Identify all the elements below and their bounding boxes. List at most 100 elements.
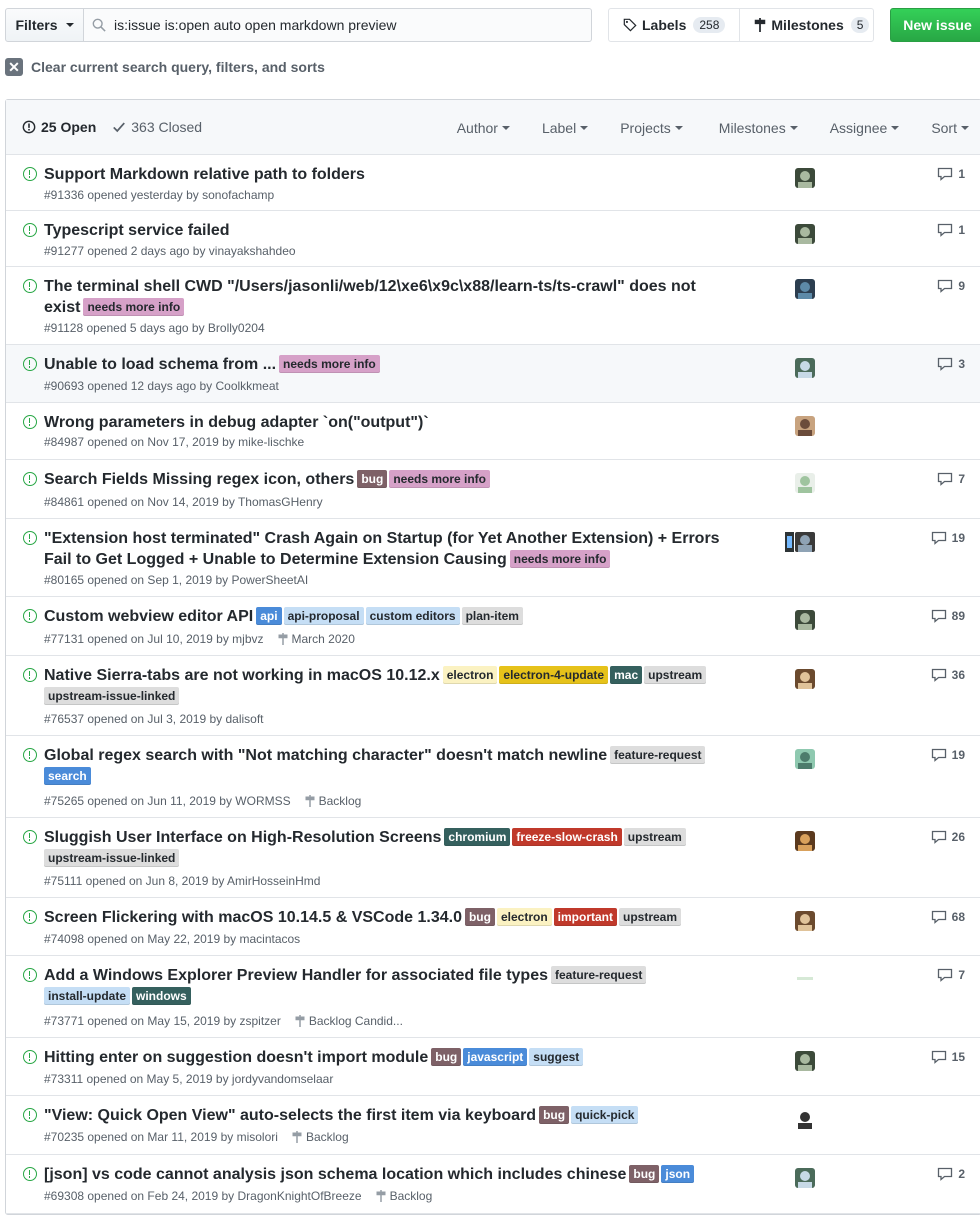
filters-dropdown-button[interactable]: Filters	[5, 8, 84, 42]
avatar[interactable]	[795, 1051, 815, 1071]
comments-link[interactable]: 89	[931, 609, 965, 623]
issue-row[interactable]: Custom webview editor API api api-proposal…	[6, 597, 980, 656]
assignee-avatars[interactable]	[785, 532, 815, 552]
issue-label[interactable]: upstream-issue-linked	[44, 849, 180, 867]
comments-link[interactable]: 2	[937, 1167, 965, 1181]
issue-row[interactable]: Add a Windows Explorer Preview Handler f…	[6, 956, 980, 1038]
issue-label[interactable]: windows	[132, 987, 191, 1005]
comments-link[interactable]: 19	[931, 531, 965, 545]
open-issues-tab[interactable]: 25 Open	[22, 119, 96, 135]
issue-title-link[interactable]: Unable to load schema from ...	[44, 356, 276, 373]
comments-link[interactable]: 15	[931, 1050, 965, 1064]
issue-title-link[interactable]: Screen Flickering with macOS 10.14.5 & V…	[44, 909, 462, 926]
issue-title-link[interactable]: Support Markdown relative path to folder…	[44, 166, 365, 183]
issue-label[interactable]: bug	[464, 908, 495, 926]
avatar[interactable]	[795, 279, 815, 299]
issue-label[interactable]: quick-pick	[571, 1106, 639, 1124]
new-issue-button[interactable]: New issue	[890, 8, 980, 42]
issue-milestone-link[interactable]: Backlog	[376, 1189, 432, 1203]
issue-label[interactable]: electron	[442, 666, 498, 684]
avatar[interactable]	[795, 416, 815, 436]
filter-menu-author[interactable]: Author	[457, 120, 510, 136]
issue-title-link[interactable]: Sluggish User Interface on High-Resoluti…	[44, 829, 441, 846]
filter-menu-sort[interactable]: Sort	[931, 120, 969, 136]
issue-row[interactable]: Wrong parameters in debug adapter `on("o…	[6, 403, 980, 460]
avatar[interactable]	[795, 358, 815, 378]
issue-title-link[interactable]: Add a Windows Explorer Preview Handler f…	[44, 967, 548, 984]
issue-title-link[interactable]: Custom webview editor API	[44, 608, 253, 625]
avatar[interactable]	[795, 610, 815, 630]
comments-link[interactable]: 7	[937, 472, 965, 486]
avatar[interactable]	[795, 831, 815, 851]
issue-milestone-link[interactable]: Backlog	[305, 794, 361, 808]
issue-label[interactable]: upstream-issue-linked	[44, 687, 180, 705]
issue-title-link[interactable]: Wrong parameters in debug adapter `on("o…	[44, 414, 429, 431]
comments-link[interactable]: 1	[937, 167, 965, 181]
issue-label[interactable]: api-proposal	[283, 607, 364, 625]
comments-link[interactable]: 68	[931, 910, 965, 924]
issue-row[interactable]: Global regex search with "Not matching c…	[6, 736, 980, 818]
issue-label[interactable]: install-update	[44, 987, 131, 1005]
avatar[interactable]	[795, 969, 815, 989]
issue-label[interactable]: api	[256, 607, 282, 625]
avatar[interactable]	[795, 669, 815, 689]
issue-label[interactable]: bug	[629, 1165, 660, 1183]
avatar[interactable]	[795, 224, 815, 244]
issue-title-link[interactable]: Search Fields Missing regex icon, others	[44, 471, 354, 488]
issue-title-link[interactable]: Hitting enter on suggestion doesn't impo…	[44, 1049, 428, 1066]
issue-row[interactable]: "Extension host terminated" Crash Again …	[6, 519, 980, 597]
avatar[interactable]	[795, 1168, 815, 1188]
issue-title-link[interactable]: Global regex search with "Not matching c…	[44, 747, 607, 764]
issue-label[interactable]: needs more info	[509, 550, 611, 568]
issue-label[interactable]: custom editors	[365, 607, 460, 625]
issue-row[interactable]: Hitting enter on suggestion doesn't impo…	[6, 1038, 980, 1096]
issue-label[interactable]: bug	[539, 1106, 570, 1124]
issue-milestone-link[interactable]: Backlog	[292, 1130, 349, 1144]
issue-title-link[interactable]: [json] vs code cannot analysis json sche…	[44, 1166, 626, 1183]
issue-label[interactable]: needs more info	[279, 355, 380, 373]
issue-row[interactable]: Typescript service failed #91277 opened 2…	[6, 211, 980, 267]
issue-row[interactable]: Screen Flickering with macOS 10.14.5 & V…	[6, 898, 980, 956]
filter-menu-projects[interactable]: Projects	[620, 120, 683, 136]
issue-label[interactable]: upstream	[623, 828, 686, 846]
issue-title-link[interactable]: Typescript service failed	[44, 222, 230, 239]
filter-menu-label[interactable]: Label	[542, 120, 589, 136]
labels-link[interactable]: Labels 258	[609, 9, 739, 41]
issue-label[interactable]: electron-4-update	[499, 666, 609, 684]
avatar[interactable]	[795, 749, 815, 769]
issue-title-link[interactable]: "Extension host terminated" Crash Again …	[44, 530, 720, 568]
issue-label[interactable]: plan-item	[461, 607, 523, 625]
issue-row[interactable]: Search Fields Missing regex icon, others…	[6, 460, 980, 519]
avatar[interactable]	[795, 168, 815, 188]
issue-label[interactable]: javascript	[463, 1048, 528, 1066]
issue-row[interactable]: Unable to load schema from ... needs more…	[6, 345, 980, 403]
filter-menu-milestones[interactable]: Milestones	[719, 120, 798, 136]
issue-label[interactable]: upstream	[619, 908, 682, 926]
issue-label[interactable]: upstream	[644, 666, 707, 684]
comments-link[interactable]: 26	[931, 830, 965, 844]
comments-link[interactable]: 9	[937, 279, 965, 293]
avatar[interactable]	[795, 911, 815, 931]
search-input[interactable]	[114, 17, 574, 33]
comments-link[interactable]: 19	[931, 748, 965, 762]
comments-link[interactable]: 3	[937, 357, 965, 371]
comments-link[interactable]: 36	[931, 668, 965, 682]
issue-row[interactable]: Support Markdown relative path to folder…	[6, 155, 980, 211]
comments-link[interactable]: 1	[937, 223, 965, 237]
issue-search-box[interactable]	[84, 8, 592, 42]
clear-filters-link[interactable]: ✕ Clear current search query, filters, a…	[5, 58, 325, 76]
issue-label[interactable]: feature-request	[551, 966, 647, 984]
issue-label[interactable]: needs more info	[389, 470, 491, 488]
issue-label[interactable]: suggest	[529, 1048, 584, 1066]
issue-label[interactable]: freeze-slow-crash	[512, 828, 622, 846]
issue-label[interactable]: bug	[357, 470, 388, 488]
issue-label[interactable]: search	[44, 767, 91, 785]
avatar[interactable]	[795, 473, 815, 493]
comments-link[interactable]: 7	[937, 968, 965, 982]
issue-title-link[interactable]: "View: Quick Open View" auto-selects the…	[44, 1107, 536, 1124]
issue-row[interactable]: "View: Quick Open View" auto-selects the…	[6, 1096, 980, 1155]
issue-label[interactable]: chromium	[444, 828, 511, 846]
issue-label[interactable]: json	[661, 1165, 695, 1183]
issue-row[interactable]: The terminal shell CWD "/Users/jasonli/w…	[6, 267, 980, 345]
issue-label[interactable]: feature-request	[610, 746, 706, 764]
